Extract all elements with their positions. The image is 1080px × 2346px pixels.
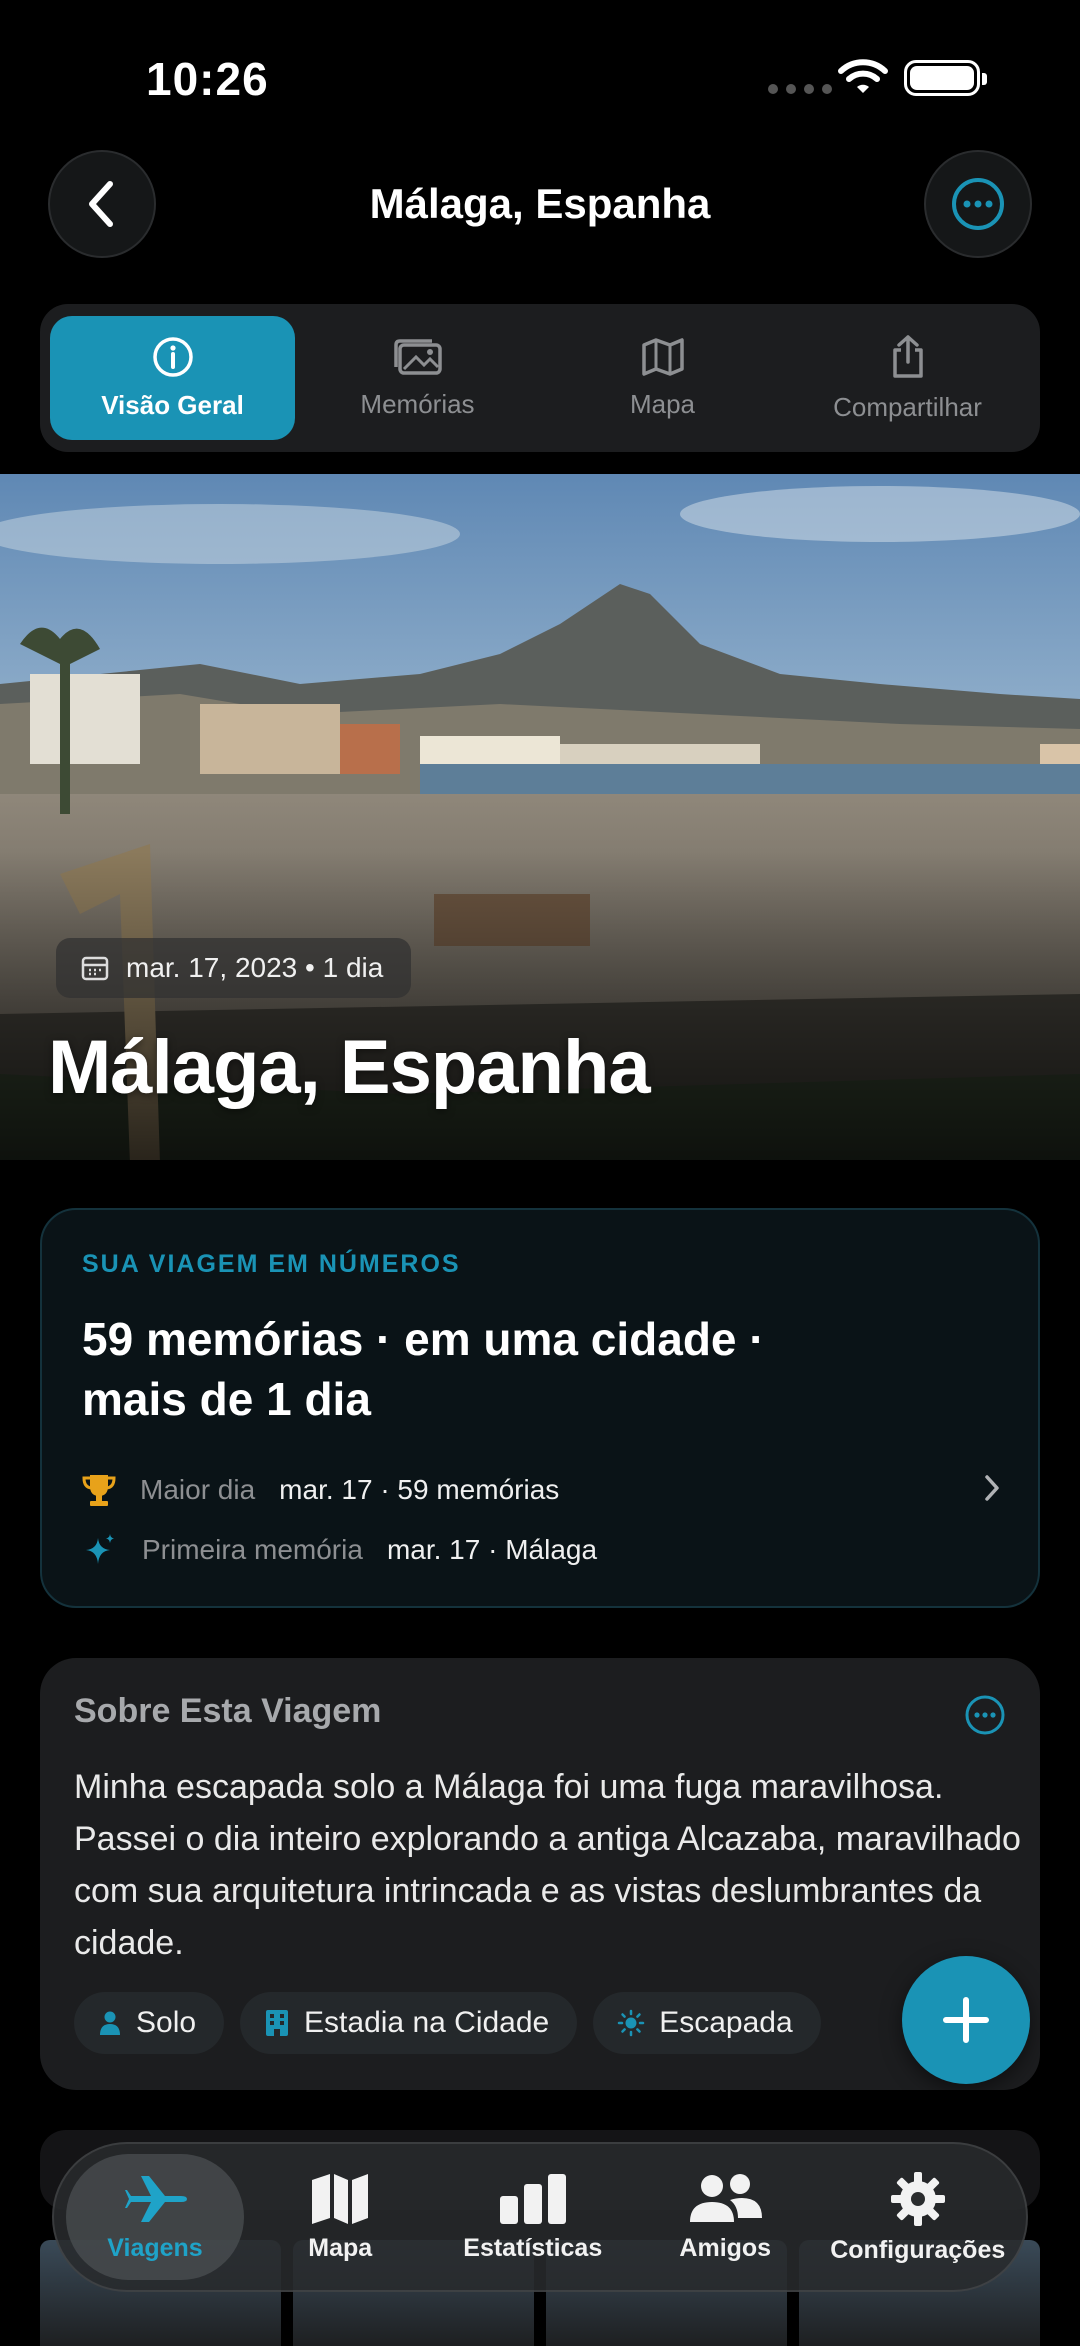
- person-icon: [100, 2011, 120, 2035]
- tag-getaway-label: Escapada: [659, 2006, 793, 2039]
- ellipsis-circle-icon: [952, 178, 1004, 230]
- tab-statistics-label: Estatísticas: [463, 2233, 603, 2262]
- people-icon: [690, 2173, 763, 2222]
- first-memory-label: Primeira memória: [142, 1534, 363, 1565]
- tab-share[interactable]: Compartilhar: [785, 316, 1030, 440]
- more-button[interactable]: [924, 150, 1032, 258]
- airplane-icon: [125, 2175, 187, 2222]
- share-icon: [892, 334, 923, 378]
- tab-settings[interactable]: Configurações: [822, 2154, 1015, 2280]
- tab-bar-map-label: Mapa: [308, 2233, 373, 2262]
- tab-overview-label: Visão Geral: [101, 389, 244, 420]
- wifi-icon: [838, 59, 888, 93]
- status-time: 10:26: [146, 53, 269, 105]
- tab-map-label: Mapa: [629, 388, 696, 419]
- add-memory-button[interactable]: [902, 1956, 1030, 2084]
- sun-icon: [617, 2009, 645, 2037]
- tab-memories[interactable]: Memórias: [295, 316, 540, 440]
- sparkles-icon: [86, 1534, 114, 1564]
- tab-share-label: Compartilhar: [833, 391, 982, 422]
- photos-icon: [393, 338, 442, 375]
- tab-memories-label: Memórias: [360, 388, 475, 419]
- gear-icon: [890, 2171, 945, 2226]
- building-icon: [266, 2010, 289, 2036]
- bottom-tab-bar: Viagens Mapa Estatísticas Amigos Configu…: [52, 2142, 1028, 2292]
- stats-kicker: SUA VIAGEM EM NÚMEROS: [82, 1250, 461, 1278]
- tag-city-stay-label: Estadia na Cidade: [304, 2006, 550, 2039]
- tab-trips-label: Viagens: [107, 2233, 203, 2262]
- trip-title: Málaga, Espanha: [48, 1025, 651, 1110]
- tab-friends[interactable]: Amigos: [629, 2154, 822, 2280]
- calendar-icon: [81, 956, 109, 981]
- tag-solo-label: Solo: [136, 2006, 197, 2039]
- tab-overview[interactable]: Visão Geral: [50, 316, 295, 440]
- tag-getaway[interactable]: Escapada: [593, 1992, 821, 2054]
- tab-bar-map[interactable]: Mapa: [244, 2154, 437, 2280]
- about-title: Sobre Esta Viagem: [74, 1692, 382, 1730]
- info-icon: [152, 336, 193, 377]
- status-bar: 10:26: [0, 0, 1080, 140]
- battery-icon: [904, 60, 987, 96]
- trophy-icon: [82, 1475, 116, 1506]
- nav-header: Málaga, Espanha: [0, 150, 1080, 262]
- trip-tags: Solo Estadia na Cidade Escapada: [74, 1992, 821, 2054]
- stats-summary: 59 memórias · em uma cidade · mais de 1 …: [82, 1313, 765, 1425]
- map-icon: [312, 2173, 369, 2224]
- first-memory-row: Primeira memória mar. 17 · Málaga: [82, 1532, 597, 1568]
- map-icon: [641, 337, 684, 376]
- biggest-day-value: mar. 17 · 59 memórias: [279, 1474, 560, 1505]
- plus-icon: [943, 1997, 989, 2043]
- tab-friends-label: Amigos: [679, 2233, 772, 2262]
- ellipsis-circle-icon[interactable]: [964, 1694, 1006, 1736]
- page-title: Málaga, Espanha: [369, 180, 711, 227]
- about-description: Minha escapada solo a Málaga foi uma fug…: [74, 1768, 1021, 1962]
- tab-map[interactable]: Mapa: [540, 316, 785, 440]
- tag-city-stay[interactable]: Estadia na Cidade: [240, 1992, 578, 2054]
- bar-chart-icon: [499, 2173, 566, 2224]
- biggest-day-label: Maior dia: [140, 1474, 256, 1505]
- tag-solo[interactable]: Solo: [74, 1992, 225, 2054]
- segmented-control: Visão Geral Memórias Mapa Compartilhar: [40, 304, 1040, 452]
- trip-date-badge: mar. 17, 2023 • 1 dia: [56, 938, 412, 998]
- about-trip-card: Sobre Esta Viagem Minha escapada solo a …: [40, 1658, 1040, 2090]
- biggest-day-row[interactable]: Maior dia mar. 17 · 59 memórias: [82, 1472, 1002, 1508]
- tab-trips[interactable]: Viagens: [66, 2154, 244, 2280]
- tab-settings-label: Configurações: [830, 2235, 1006, 2264]
- tab-statistics[interactable]: Estatísticas: [437, 2154, 630, 2280]
- chevron-right-icon: [985, 1475, 999, 1501]
- cellular-signal-icon: [768, 84, 832, 94]
- trip-stats-card: SUA VIAGEM EM NÚMEROS 59 memórias · em u…: [40, 1208, 1040, 1608]
- hero-image: mar. 17, 2023 • 1 dia Málaga, Espanha: [0, 474, 1080, 1160]
- trip-date: mar. 17, 2023 • 1 dia: [126, 952, 384, 983]
- first-memory-value: mar. 17 · Málaga: [386, 1534, 598, 1565]
